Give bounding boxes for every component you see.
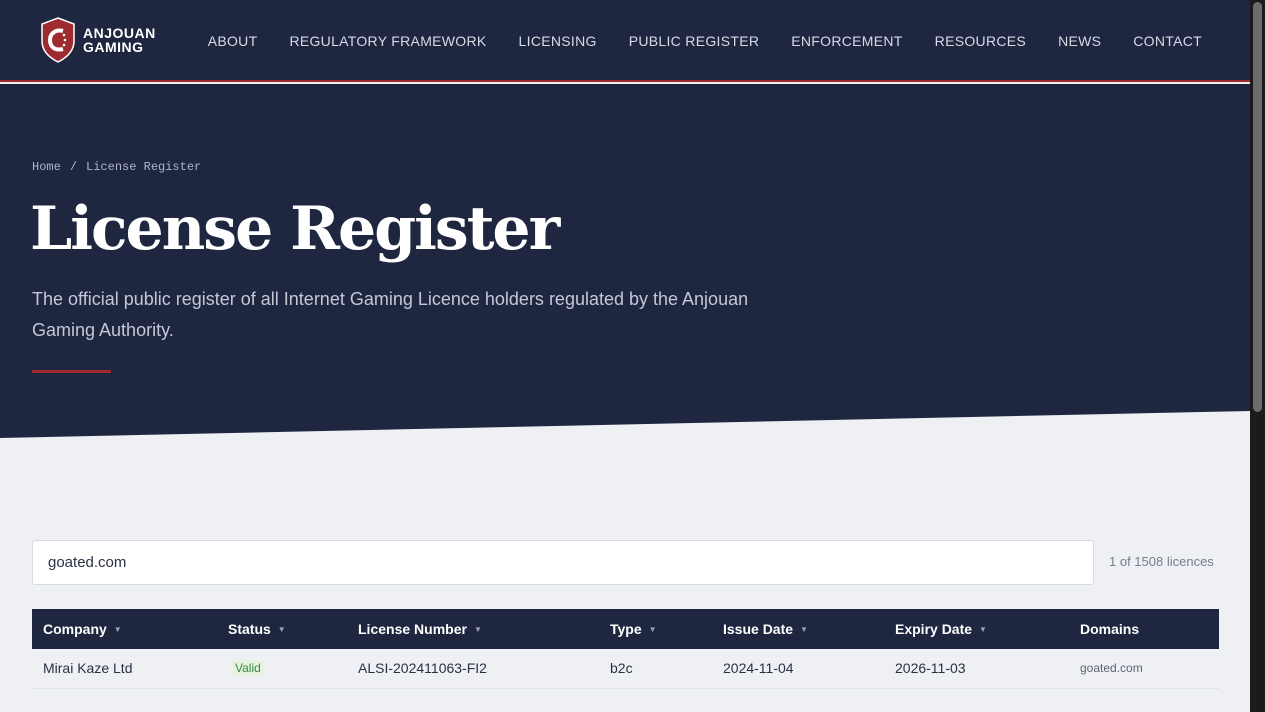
nav-news[interactable]: NEWS: [1058, 32, 1101, 50]
main-nav: ABOUT REGULATORY FRAMEWORK LICENSING PUB…: [176, 32, 1202, 50]
table-header: Company ▼ Status ▼ License Number ▼ Type ▼ I…: [32, 609, 1219, 649]
column-label: Status: [228, 621, 271, 637]
nav-licensing[interactable]: LICENSING: [519, 32, 597, 50]
cell-type: b2c: [610, 660, 633, 676]
breadcrumb: Home / License Register: [32, 160, 201, 174]
column-header-company[interactable]: Company ▼: [43, 621, 122, 637]
shield-logo-icon: [41, 17, 75, 63]
column-label: License Number: [358, 621, 467, 637]
result-count: 1 of 1508 licences: [1109, 554, 1214, 569]
breadcrumb-separator: /: [69, 160, 78, 174]
logo-line-2: GAMING: [83, 39, 144, 55]
sort-caret-icon: ▼: [979, 624, 987, 634]
column-header-license-number[interactable]: License Number ▼: [358, 621, 482, 637]
search-input[interactable]: [32, 540, 1094, 585]
column-header-domains: Domains: [1080, 621, 1139, 637]
column-label: Issue Date: [723, 621, 794, 637]
scrollbar-thumb[interactable]: [1253, 2, 1262, 412]
column-label: Domains: [1080, 621, 1140, 637]
cell-company: Mirai Kaze Ltd: [43, 660, 133, 676]
sort-caret-icon: ▼: [113, 624, 122, 634]
page-title: License Register: [30, 194, 560, 264]
column-label: Expiry Date: [895, 621, 973, 637]
column-header-status[interactable]: Status ▼: [228, 621, 286, 637]
column-header-issue-date[interactable]: Issue Date ▼: [723, 621, 808, 637]
logo[interactable]: ANJOUAN GAMING: [40, 17, 156, 63]
sort-caret-icon: ▼: [277, 624, 286, 634]
page-subtitle: The official public register of all Inte…: [32, 289, 749, 340]
nav-about[interactable]: ABOUT: [208, 32, 258, 50]
accent-divider: [32, 370, 111, 373]
site-header: ANJOUAN GAMING ABOUT REGULATORY FRAMEWOR…: [0, 0, 1250, 82]
nav-regulatory-framework[interactable]: REGULATORY FRAMEWORK: [289, 32, 486, 50]
column-header-expiry-date[interactable]: Expiry Date ▼: [895, 621, 987, 637]
nav-public-register[interactable]: PUBLIC REGISTER: [629, 32, 760, 50]
logo-line-1: ANJOUAN: [83, 25, 156, 41]
nav-contact[interactable]: CONTACT: [1133, 32, 1202, 50]
breadcrumb-home[interactable]: Home: [32, 160, 61, 174]
sort-caret-icon: ▼: [473, 624, 482, 634]
status-badge: Valid: [231, 660, 265, 676]
table-row[interactable]: Mirai Kaze Ltd Valid ALSI-202411063-FI2 …: [32, 649, 1219, 689]
cell-license-number: ALSI-202411063-FI2: [358, 660, 487, 676]
sort-caret-icon: ▼: [800, 624, 808, 634]
cell-domains: goated.com: [1080, 661, 1143, 675]
column-label: Company: [43, 621, 107, 637]
nav-resources[interactable]: RESOURCES: [935, 32, 1026, 50]
sort-caret-icon: ▼: [648, 624, 657, 634]
page: ANJOUAN GAMING ABOUT REGULATORY FRAMEWOR…: [0, 0, 1250, 712]
nav-enforcement[interactable]: ENFORCEMENT: [791, 32, 902, 50]
column-label: Type: [610, 621, 642, 637]
logo-text: ANJOUAN GAMING: [83, 26, 156, 54]
cell-issue-date: 2024-11-04: [723, 660, 794, 676]
column-header-type[interactable]: Type ▼: [610, 621, 657, 637]
cell-expiry-date: 2026-11-03: [895, 660, 966, 676]
breadcrumb-current: License Register: [86, 160, 202, 174]
